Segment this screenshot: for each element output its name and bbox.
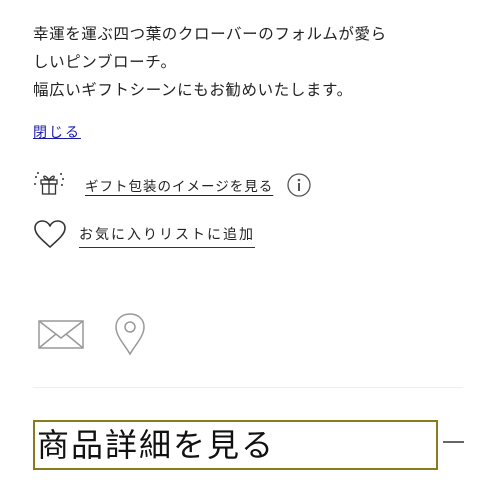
description-line: 幅広いギフトシーンにもお勧めいたします。 (33, 81, 353, 99)
add-to-favorites-link[interactable]: お気に入りリストに追加 (79, 224, 255, 248)
location-pin-icon[interactable] (114, 312, 146, 360)
description-line: 幸運を運ぶ四つ葉のクローバーのフォルムが愛ら (33, 25, 387, 43)
product-description: 幸運を運ぶ四つ葉のクローバーのフォルムが愛ら しいピンブローチ。 幅広いギフトシ… (33, 20, 483, 104)
share-icons (38, 312, 146, 360)
divider (33, 387, 463, 388)
product-details-toggle[interactable]: 商品詳細を見る (33, 420, 438, 470)
favorite-row[interactable]: お気に入りリストに追加 (33, 219, 255, 253)
minus-icon[interactable] (443, 441, 464, 443)
description-line: しいピンブローチ。 (33, 53, 177, 71)
close-link[interactable]: 閉じる (33, 122, 81, 142)
gift-icon (33, 170, 65, 200)
heart-icon[interactable] (33, 219, 67, 253)
gift-wrap-row[interactable]: ギフト包装のイメージを見る (33, 170, 311, 200)
info-icon[interactable] (287, 173, 311, 197)
mail-icon[interactable] (38, 318, 84, 354)
gift-wrap-link[interactable]: ギフト包装のイメージを見る (85, 175, 273, 195)
